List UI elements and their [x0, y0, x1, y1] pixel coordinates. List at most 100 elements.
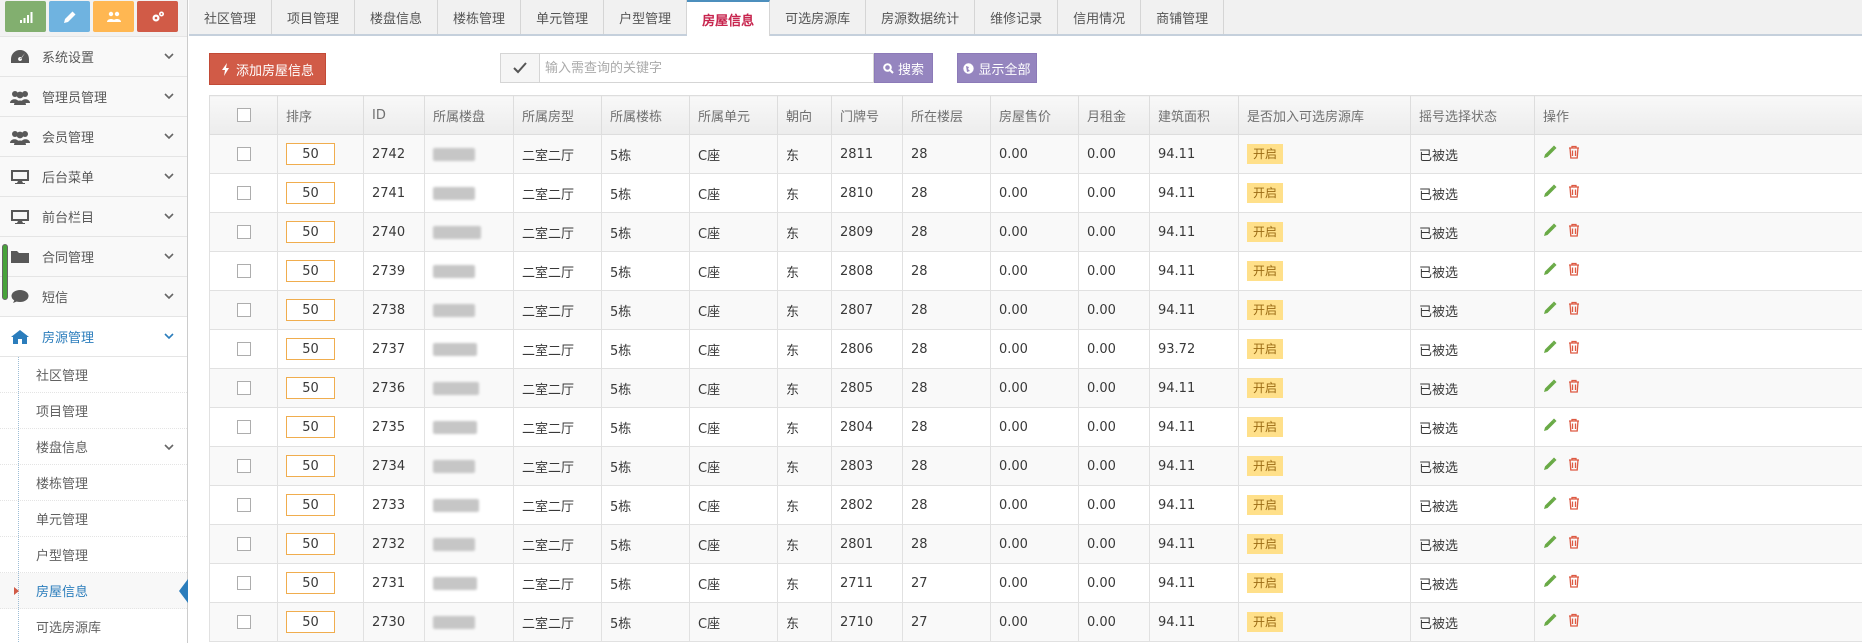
top-tab[interactable]: 房源数据统计: [866, 0, 976, 34]
edit-icon[interactable]: [1543, 184, 1557, 202]
pool-status-badge[interactable]: 开启: [1247, 144, 1284, 164]
sort-order-input[interactable]: [286, 455, 335, 477]
row-checkbox[interactable]: [236, 537, 251, 551]
sidebar-menu-item[interactable]: 管理员管理: [0, 76, 187, 116]
submenu-item[interactable]: 单元管理: [0, 501, 187, 537]
edit-icon[interactable]: [1543, 223, 1557, 241]
top-tab[interactable]: 商铺管理: [1141, 0, 1225, 34]
search-input[interactable]: [539, 53, 874, 83]
row-checkbox[interactable]: [236, 615, 251, 629]
add-house-button[interactable]: 添加房屋信息: [209, 53, 326, 85]
edit-icon[interactable]: [1543, 301, 1557, 319]
row-checkbox[interactable]: [236, 342, 251, 356]
trash-icon[interactable]: [1567, 535, 1581, 553]
settings-shortcut-button[interactable]: [137, 1, 178, 32]
trash-icon[interactable]: [1567, 418, 1581, 436]
top-tab[interactable]: 楼栋管理: [438, 0, 522, 34]
row-checkbox[interactable]: [236, 225, 251, 239]
sort-order-input[interactable]: [286, 533, 335, 555]
edit-icon[interactable]: [1543, 496, 1557, 514]
top-tab[interactable]: 维修记录: [975, 0, 1059, 34]
trash-icon[interactable]: [1567, 457, 1581, 475]
trash-icon[interactable]: [1567, 496, 1581, 514]
sort-order-input[interactable]: [286, 572, 335, 594]
sidebar-menu-item[interactable]: 合同管理: [0, 236, 187, 276]
top-tab[interactable]: 房屋信息: [687, 0, 771, 36]
search-button[interactable]: 搜索: [874, 53, 933, 83]
row-checkbox[interactable]: [236, 303, 251, 317]
trash-icon[interactable]: [1567, 613, 1581, 631]
row-checkbox[interactable]: [236, 147, 251, 161]
sort-order-input[interactable]: [286, 377, 335, 399]
sidebar-menu-item[interactable]: 系统设置: [0, 36, 187, 76]
trash-icon[interactable]: [1567, 223, 1581, 241]
sidebar-menu-item[interactable]: 后台菜单: [0, 156, 187, 196]
pool-status-badge[interactable]: 开启: [1247, 183, 1284, 203]
trash-icon[interactable]: [1567, 340, 1581, 358]
row-checkbox[interactable]: [236, 576, 251, 590]
edit-icon[interactable]: [1543, 379, 1557, 397]
select-all-checkbox[interactable]: [236, 108, 251, 122]
top-tab[interactable]: 社区管理: [189, 0, 273, 34]
top-tab[interactable]: 户型管理: [604, 0, 688, 34]
stats-shortcut-button[interactable]: [5, 1, 46, 32]
sidebar-menu-item[interactable]: 前台栏目: [0, 196, 187, 236]
trash-icon[interactable]: [1567, 301, 1581, 319]
pool-status-badge[interactable]: 开启: [1247, 495, 1284, 515]
pool-status-badge[interactable]: 开启: [1247, 339, 1284, 359]
edit-shortcut-button[interactable]: [49, 1, 90, 32]
top-tab[interactable]: 信用情况: [1058, 0, 1142, 34]
submenu-item[interactable]: 楼栋管理: [0, 465, 187, 501]
show-all-button[interactable]: 显示全部: [957, 53, 1037, 83]
submenu-item[interactable]: 户型管理: [0, 537, 187, 573]
row-checkbox[interactable]: [236, 498, 251, 512]
top-tab[interactable]: 单元管理: [521, 0, 605, 34]
trash-icon[interactable]: [1567, 262, 1581, 280]
sidebar-scroll-handle[interactable]: [2, 244, 8, 300]
edit-icon[interactable]: [1543, 262, 1557, 280]
submenu-item[interactable]: 可选房源库: [0, 609, 187, 643]
submenu-item[interactable]: 楼盘信息: [0, 429, 187, 465]
edit-icon[interactable]: [1543, 574, 1557, 592]
sort-order-input[interactable]: [286, 299, 335, 321]
pool-status-badge[interactable]: 开启: [1247, 300, 1284, 320]
trash-icon[interactable]: [1567, 145, 1581, 163]
trash-icon[interactable]: [1567, 574, 1581, 592]
pool-status-badge[interactable]: 开启: [1247, 456, 1284, 476]
sort-order-input[interactable]: [286, 143, 335, 165]
edit-icon[interactable]: [1543, 613, 1557, 631]
pool-status-badge[interactable]: 开启: [1247, 417, 1284, 437]
pool-status-badge[interactable]: 开启: [1247, 222, 1284, 242]
top-tab[interactable]: 楼盘信息: [355, 0, 439, 34]
sidebar-menu-item[interactable]: 短信: [0, 276, 187, 316]
edit-icon[interactable]: [1543, 145, 1557, 163]
pool-status-badge[interactable]: 开启: [1247, 534, 1284, 554]
trash-icon[interactable]: [1567, 184, 1581, 202]
row-checkbox[interactable]: [236, 459, 251, 473]
row-checkbox[interactable]: [236, 420, 251, 434]
sort-order-input[interactable]: [286, 611, 335, 633]
trash-icon[interactable]: [1567, 379, 1581, 397]
edit-icon[interactable]: [1543, 457, 1557, 475]
sort-order-input[interactable]: [286, 416, 335, 438]
pool-status-badge[interactable]: 开启: [1247, 378, 1284, 398]
sort-order-input[interactable]: [286, 221, 335, 243]
sort-order-input[interactable]: [286, 494, 335, 516]
row-checkbox[interactable]: [236, 381, 251, 395]
pool-status-badge[interactable]: 开启: [1247, 612, 1284, 632]
users-shortcut-button[interactable]: [93, 1, 134, 32]
pool-status-badge[interactable]: 开启: [1247, 573, 1284, 593]
submenu-item[interactable]: 社区管理: [0, 357, 187, 393]
top-tab[interactable]: 可选房源库: [770, 0, 867, 34]
edit-icon[interactable]: [1543, 340, 1557, 358]
sidebar-menu-item[interactable]: 会员管理: [0, 116, 187, 156]
pool-status-badge[interactable]: 开启: [1247, 261, 1284, 281]
sort-order-input[interactable]: [286, 260, 335, 282]
edit-icon[interactable]: [1543, 535, 1557, 553]
sidebar-menu-item[interactable]: 房源管理: [0, 316, 187, 356]
row-checkbox[interactable]: [236, 186, 251, 200]
row-checkbox[interactable]: [236, 264, 251, 278]
edit-icon[interactable]: [1543, 418, 1557, 436]
submenu-item[interactable]: 项目管理: [0, 393, 187, 429]
submenu-item[interactable]: 房屋信息: [0, 573, 188, 609]
